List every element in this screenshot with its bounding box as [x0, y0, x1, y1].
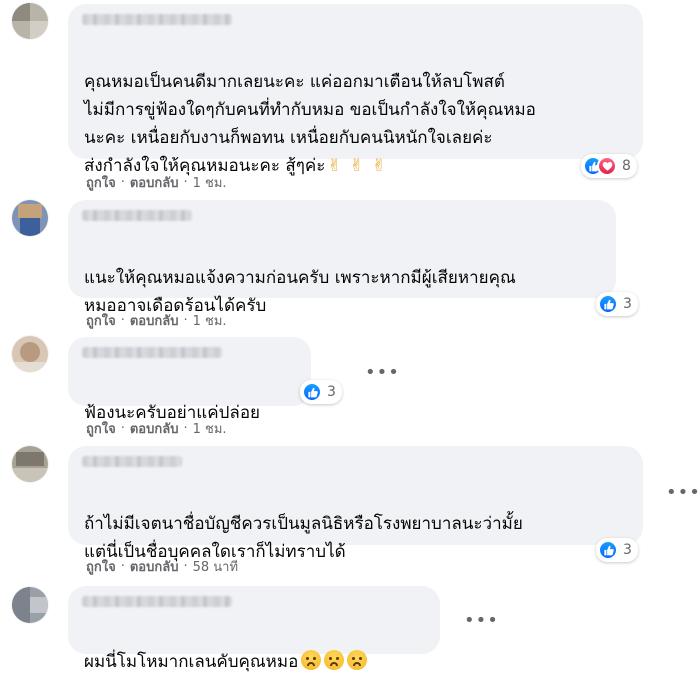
avatar[interactable]: [12, 446, 48, 482]
commenter-name-blurred[interactable]: [82, 210, 192, 221]
comment-bubble: ผมนี่โมโหมากเลนคับคุณหมอ: [68, 586, 440, 672]
reply-button[interactable]: ตอบกลับ: [130, 172, 179, 193]
comment-text: ผมนี่โมโหมากเลนคับคุณหมอ: [84, 620, 368, 676]
comment-text: แนะให้คุณหมอแจ้งความก่อนครับ เพราะหากมีผ…: [84, 236, 516, 320]
reaction-summary[interactable]: 8: [581, 154, 637, 178]
reply-button[interactable]: ตอบกลับ: [130, 556, 179, 577]
comment-body: ผมนี่โมโหมากเลนคับคุณหมอ: [84, 652, 299, 672]
timestamp[interactable]: 1 ชม.: [193, 418, 227, 439]
commenter-name-blurred[interactable]: [82, 14, 232, 25]
sad-face-icon: [347, 650, 368, 670]
reaction-count: 3: [327, 384, 336, 400]
avatar[interactable]: [12, 200, 48, 236]
victory-hand-icon: ✌✌✌: [327, 156, 395, 176]
like-button[interactable]: ถูกใจ: [86, 556, 116, 577]
like-icon: [598, 294, 618, 314]
reply-button[interactable]: ตอบกลับ: [130, 418, 179, 439]
avatar[interactable]: [12, 587, 48, 623]
timestamp[interactable]: 58 นาที: [193, 556, 238, 577]
comment-actions: ถูกใจ · ตอบกลับ · 58 นาที: [86, 556, 238, 577]
love-icon: [597, 156, 617, 176]
reaction-summary[interactable]: 3: [596, 292, 638, 316]
comments-section: คุณหมอเป็นคนดีมากเลยนะคะ แค่ออกมาเตือนให…: [0, 0, 700, 672]
reaction-count: 3: [623, 542, 632, 558]
timestamp[interactable]: 1 ชม.: [193, 310, 227, 331]
comment-text: ถ้าไม่มีเจตนาชื่อบัญชีควรเป็นมูลนิธิหรือ…: [84, 482, 523, 566]
comment-actions: ถูกใจ · ตอบกลับ · 1 ชม.: [86, 172, 227, 193]
comment-bubble: คุณหมอเป็นคนดีมากเลยนะคะ แค่ออกมาเตือนให…: [68, 4, 643, 176]
avatar[interactable]: [12, 3, 48, 39]
comment-body: คุณหมอเป็นคนดีมากเลยนะคะ แค่ออกมาเตือนให…: [84, 72, 536, 176]
sad-face-icon: [301, 650, 322, 670]
more-options-button[interactable]: •••: [464, 610, 499, 631]
reaction-summary[interactable]: 3: [596, 538, 638, 562]
comment-bubble: ถ้าไม่มีเจตนาชื่อบัญชีควรเป็นมูลนิธิหรือ…: [68, 446, 643, 562]
comment-text: คุณหมอเป็นคนดีมากเลยนะคะ แค่ออกมาเตือนให…: [84, 40, 536, 180]
timestamp[interactable]: 1 ชม.: [193, 172, 227, 193]
avatar[interactable]: [12, 336, 48, 372]
like-icon: [598, 540, 618, 560]
like-button[interactable]: ถูกใจ: [86, 418, 116, 439]
comment-bubble: แนะให้คุณหมอแจ้งความก่อนครับ เพราะหากมีผ…: [68, 200, 616, 316]
commenter-name-blurred[interactable]: [82, 596, 232, 607]
comment-bubble: ฟ้องนะครับอย่าแค่ปล่อย: [68, 337, 311, 423]
more-options-button[interactable]: •••: [666, 482, 700, 503]
like-button[interactable]: ถูกใจ: [86, 310, 116, 331]
more-options-button[interactable]: •••: [365, 362, 400, 383]
comment-actions: ถูกใจ · ตอบกลับ · 1 ชม.: [86, 418, 227, 439]
reply-button[interactable]: ตอบกลับ: [130, 310, 179, 331]
sad-face-icon: [324, 650, 345, 670]
like-button[interactable]: ถูกใจ: [86, 172, 116, 193]
reaction-count: 8: [622, 158, 631, 174]
reaction-summary[interactable]: 3: [300, 380, 342, 404]
reaction-count: 3: [623, 296, 632, 312]
comment-body: ถ้าไม่มีเจตนาชื่อบัญชีควรเป็นมูลนิธิหรือ…: [84, 514, 523, 562]
commenter-name-blurred[interactable]: [82, 347, 222, 358]
like-icon: [302, 382, 322, 402]
comment-actions: ถูกใจ · ตอบกลับ · 1 ชม.: [86, 310, 227, 331]
comment-body: แนะให้คุณหมอแจ้งความก่อนครับ เพราะหากมีผ…: [84, 268, 516, 316]
commenter-name-blurred[interactable]: [82, 456, 182, 467]
